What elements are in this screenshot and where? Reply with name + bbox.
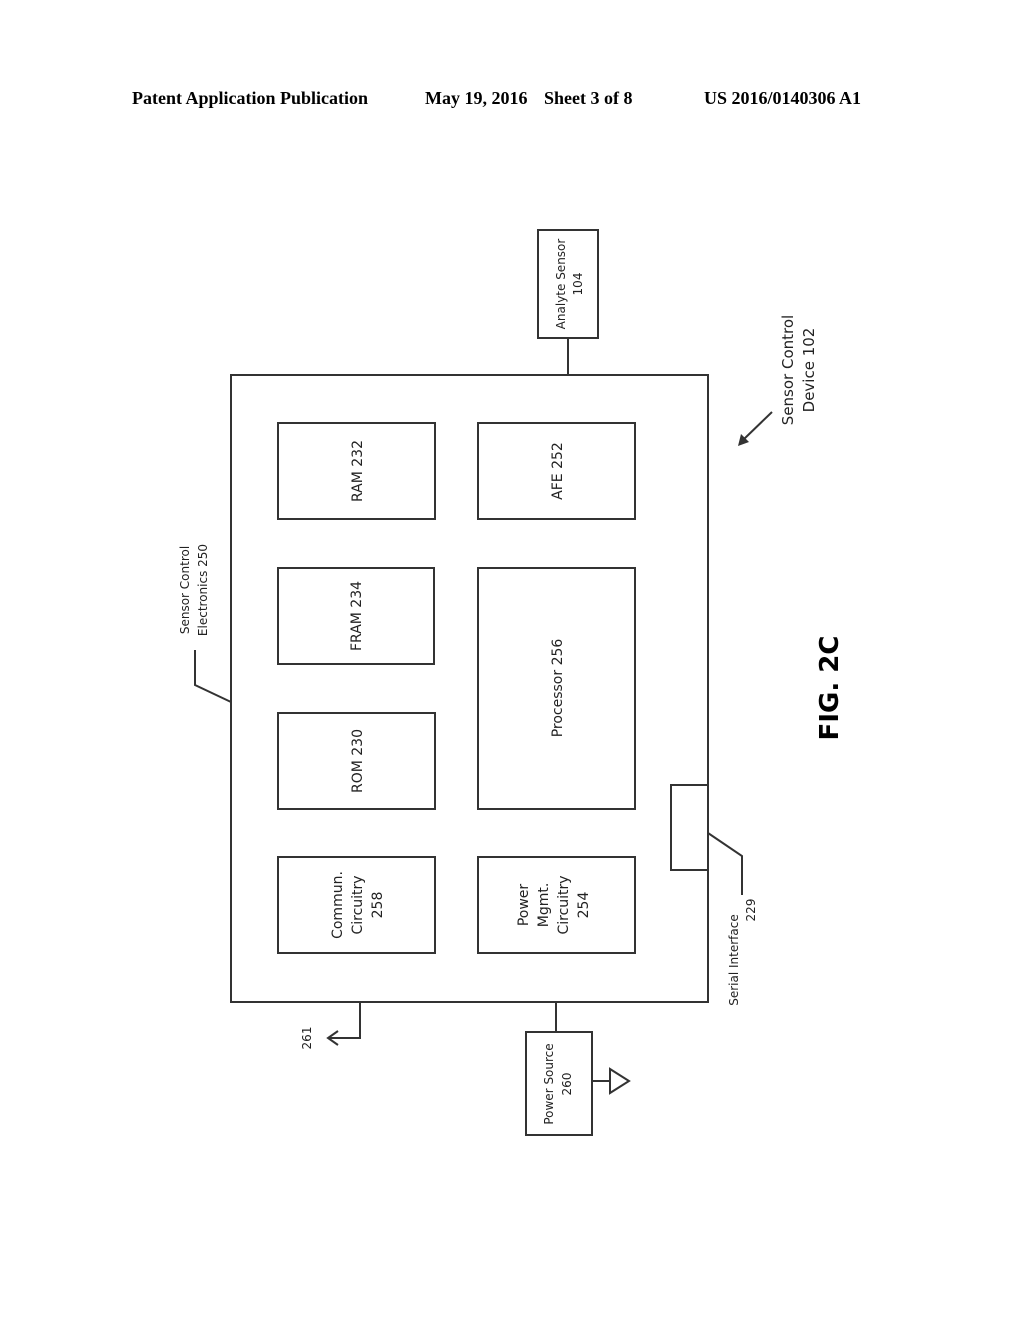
device-label-line1: Sensor Control bbox=[779, 315, 797, 425]
electronics-label-line1: Sensor Control bbox=[178, 546, 192, 634]
commun-label-line1: Commun. bbox=[330, 871, 346, 939]
power-source-label-line1: Power Source bbox=[542, 1043, 556, 1124]
serial-interface-label-line1: Serial Interface bbox=[727, 914, 741, 1006]
analyte-sensor-box bbox=[537, 229, 599, 339]
power-mgmt-label-line2: Mgmt. bbox=[536, 883, 552, 928]
fram-label: FRAM 234 bbox=[349, 581, 365, 651]
serial-interface-port bbox=[670, 784, 709, 871]
afe-label: AFE 252 bbox=[550, 442, 566, 500]
power-source-label-line2: 260 bbox=[560, 1073, 574, 1096]
power-source-box bbox=[525, 1031, 593, 1136]
commun-label-line3: 258 bbox=[370, 892, 386, 919]
figure-2c-diagram: Analyte Sensor 104 Sensor Control Device… bbox=[178, 229, 845, 1136]
antenna-connector bbox=[328, 1002, 361, 1039]
power-mgmt-label-line4: 254 bbox=[576, 892, 592, 919]
power-mgmt-label-line3: Circuitry bbox=[556, 875, 572, 934]
analyte-sensor-label-line1: Analyte Sensor bbox=[554, 239, 568, 330]
figure-label: FIG. 2C bbox=[815, 636, 845, 741]
processor-label: Processor 256 bbox=[550, 639, 566, 738]
electronics-leader-line bbox=[194, 650, 232, 703]
device-label-line2: Device 102 bbox=[800, 328, 818, 413]
ground-icon bbox=[609, 1067, 631, 1095]
rom-label: ROM 230 bbox=[350, 729, 366, 793]
device-arrow-shaft bbox=[742, 411, 773, 441]
serial-interface-leader-line bbox=[707, 832, 743, 895]
serial-interface-label-line2: 229 bbox=[744, 899, 758, 922]
ram-label: RAM 232 bbox=[350, 440, 366, 502]
electronics-label-line2: Electronics 250 bbox=[196, 544, 210, 636]
power-mgmt-label-line1: Power bbox=[516, 884, 532, 927]
commun-label-line2: Circuitry bbox=[350, 875, 366, 934]
antenna-label: 261 bbox=[300, 1027, 314, 1050]
analyte-sensor-label-line2: 104 bbox=[571, 273, 585, 296]
